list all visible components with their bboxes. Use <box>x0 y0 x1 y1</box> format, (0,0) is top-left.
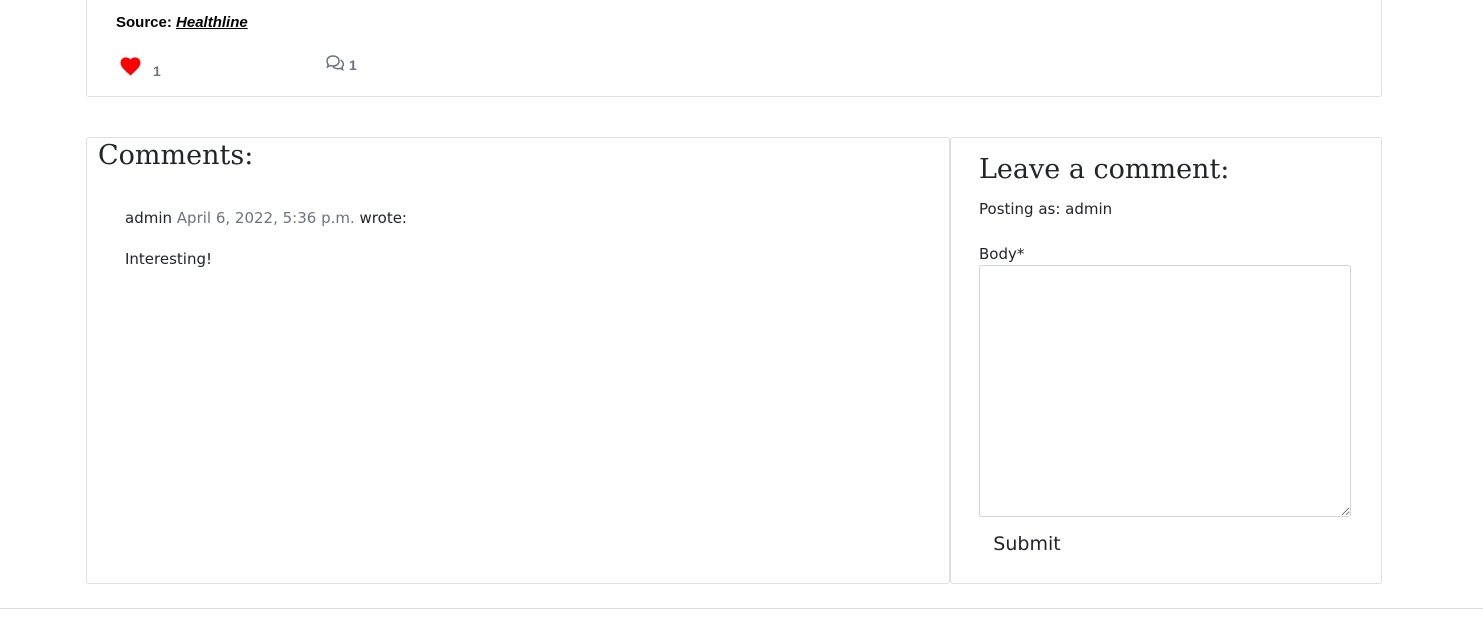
heart-icon[interactable] <box>120 57 141 80</box>
likes-count: 1 <box>153 62 161 79</box>
comments-icon <box>325 54 345 75</box>
comments-heading: Comments: <box>98 140 254 171</box>
like-button[interactable]: 1 <box>120 57 161 80</box>
source-line: Source: Healthline <box>116 14 248 31</box>
comment-meta: admin April 6, 2022, 5:36 p.m. wrote: <box>125 209 407 227</box>
body-textarea[interactable] <box>979 265 1351 517</box>
comment-date: April 6, 2022, 5:36 p.m. <box>176 209 355 227</box>
comments-panel: Comments: admin April 6, 2022, 5:36 p.m.… <box>86 137 950 584</box>
comment-body: Interesting! <box>125 250 213 268</box>
source-link[interactable]: Healthline <box>176 14 248 31</box>
footer-divider <box>0 608 1483 609</box>
source-label: Source: <box>116 14 172 31</box>
post-card: Source: Healthline 1 1 <box>86 0 1382 97</box>
comment-form-panel: Leave a comment: Posting as: admin Body*… <box>950 137 1382 584</box>
comment-wrote-label: wrote: <box>359 209 407 227</box>
submit-button[interactable]: Submit <box>979 528 1075 560</box>
comment-count: 1 <box>325 54 357 75</box>
comments-count: 1 <box>349 56 357 73</box>
posting-as-text: Posting as: admin <box>979 200 1113 218</box>
comment-author: admin <box>125 209 172 227</box>
comment-form-heading: Leave a comment: <box>979 154 1230 185</box>
body-label: Body* <box>979 245 1025 263</box>
